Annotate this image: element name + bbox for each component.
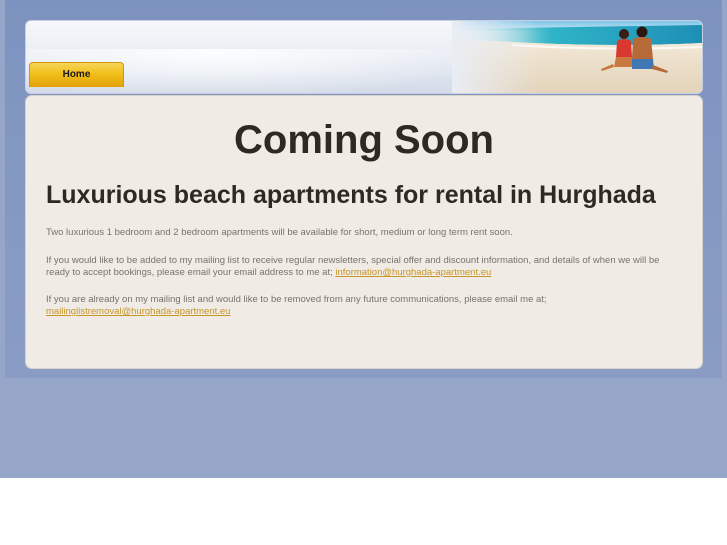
removal-paragraph: If you are already on my mailing list an… [46,294,671,318]
beach-couple-image [452,21,702,93]
mailing-list-paragraph: If you would like to be added to my mail… [46,255,671,279]
removal-text: If you are already on my mailing list an… [46,294,547,305]
removal-email-link[interactable]: mailinglistremoval@hurghada-apartment.eu [46,306,230,317]
main-content: Coming Soon Luxurious beach apartments f… [25,95,703,369]
nav-home-tab[interactable]: Home [29,62,124,87]
intro-paragraph: Two luxurious 1 bedroom and 2 bedroom ap… [46,227,513,238]
page-title: Coming Soon [234,118,494,162]
page-subtitle: Luxurious beach apartments for rental in… [46,181,656,209]
information-email-link[interactable]: information@hurghada-apartment.eu [335,267,491,278]
site-header [25,20,703,94]
